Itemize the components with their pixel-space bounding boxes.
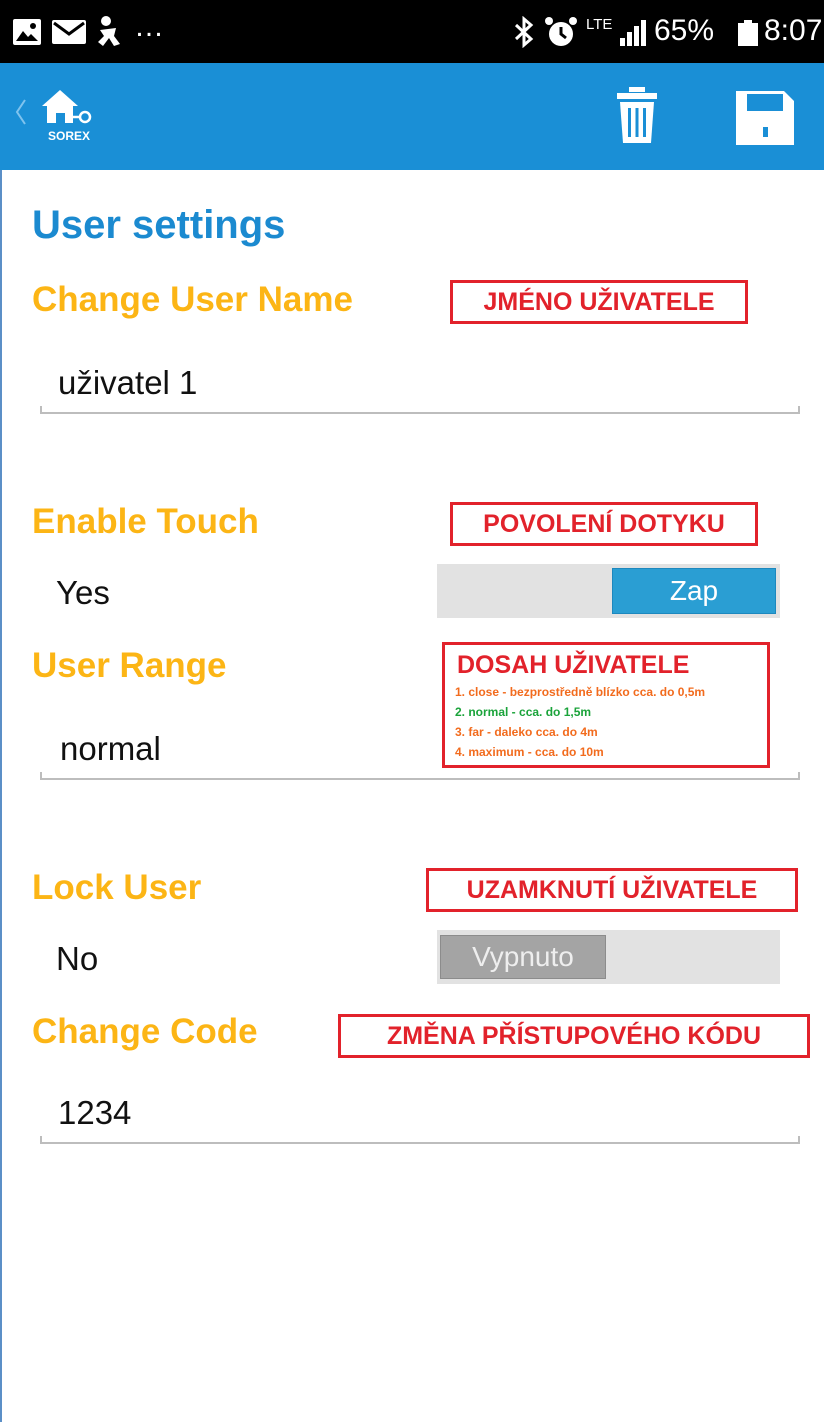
more-notifications: … <box>134 10 164 43</box>
user-range-label: User Range <box>32 646 227 685</box>
image-notification-icon <box>13 19 41 45</box>
user-range-input[interactable]: normal <box>60 730 440 774</box>
app-bar: SOREX <box>0 63 824 170</box>
alarm-icon <box>545 17 577 46</box>
delete-button[interactable] <box>612 87 662 145</box>
range-option-far: 3. far - daleko cca. do 4m <box>455 725 598 739</box>
floppy-disk-icon <box>736 91 794 145</box>
sorex-home-logo-icon <box>42 90 92 124</box>
range-option-close: 1. close - bezprostředně blízko cca. do … <box>455 685 706 699</box>
change-code-input[interactable]: 1234 <box>58 1094 798 1138</box>
clock: 8:07 <box>764 14 823 47</box>
annotation-enable-touch: POVOLENÍ DOTYKU <box>450 502 758 546</box>
enable-touch-value: Yes <box>56 574 110 611</box>
annotation-user-range: DOSAH UŽIVATELE 1. close - bezprostředně… <box>442 642 770 768</box>
network-type: LTE <box>586 16 613 33</box>
user-name-underline <box>40 406 800 414</box>
logo-text: SOREX <box>48 129 91 143</box>
toggle-knob-on: Zap <box>612 568 776 614</box>
status-bar: … LTE 65% 8:07 <box>0 0 824 63</box>
sync-notification-icon <box>98 16 120 46</box>
lock-user-toggle[interactable]: Vypnuto <box>437 930 780 984</box>
chevron-left-icon <box>15 99 26 125</box>
range-option-maximum: 4. maximum - cca. do 10m <box>455 745 604 759</box>
annotation-user-name: JMÉNO UŽIVATELE <box>450 280 748 324</box>
toggle-knob-off: Vypnuto <box>440 935 606 979</box>
battery-percent: 65% <box>654 14 715 47</box>
battery-icon <box>738 20 758 46</box>
lock-user-label: Lock User <box>32 868 202 907</box>
back-home-button[interactable]: SOREX <box>10 87 100 147</box>
user-name-input[interactable]: uživatel 1 <box>58 364 798 408</box>
range-option-normal: 2. normal - cca. do 1,5m <box>455 705 592 719</box>
user-range-underline <box>40 772 800 780</box>
enable-touch-label: Enable Touch <box>32 502 259 541</box>
save-button[interactable] <box>736 91 794 145</box>
annotation-change-code: ZMĚNA PŘÍSTUPOVÉHO KÓDU <box>338 1014 810 1058</box>
enable-touch-toggle[interactable]: Zap <box>437 564 780 618</box>
change-code-label: Change Code <box>32 1012 258 1051</box>
change-code-underline <box>40 1136 800 1144</box>
annotation-user-range-title: DOSAH UŽIVATELE <box>457 651 690 679</box>
annotation-lock-user: UZAMKNUTÍ UŽIVATELE <box>426 868 798 912</box>
bluetooth-icon <box>514 16 534 48</box>
signal-icon <box>620 20 646 46</box>
lock-user-value: No <box>56 940 99 977</box>
trash-icon <box>617 87 657 143</box>
user-name-label: Change User Name <box>32 280 353 319</box>
page-title: User settings <box>32 203 286 247</box>
mail-notification-icon <box>52 20 86 44</box>
